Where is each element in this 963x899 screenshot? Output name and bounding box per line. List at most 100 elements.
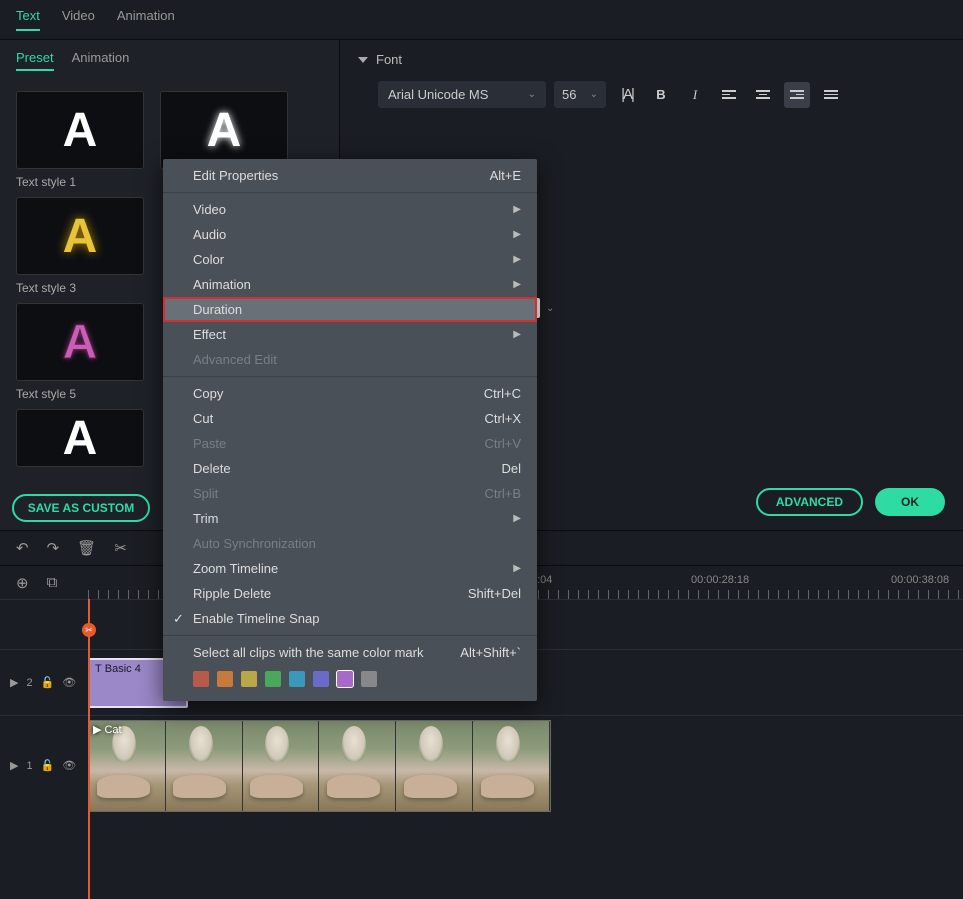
eye-icon[interactable]: 👁: [62, 676, 76, 689]
menu-audio[interactable]: Audio▶: [163, 222, 537, 247]
lock-icon[interactable]: 🔓: [41, 759, 55, 772]
color-mark[interactable]: [217, 671, 233, 687]
menu-enable-snap[interactable]: ✓ Enable Timeline Snap: [163, 606, 537, 631]
menu-split: SplitCtrl+B: [163, 481, 537, 506]
italic-button[interactable]: I: [682, 82, 708, 108]
split-button[interactable]: ✂: [114, 539, 127, 557]
menu-video[interactable]: Video▶: [163, 197, 537, 222]
sub-tab-animation[interactable]: Animation: [72, 50, 130, 71]
preset-item-5[interactable]: A Text style 5: [16, 303, 146, 401]
eye-icon[interactable]: 👁: [62, 759, 76, 772]
menu-shortcut: Ctrl+V: [485, 436, 521, 451]
color-mark[interactable]: [241, 671, 257, 687]
menu-label: Select all clips with the same color mar…: [193, 645, 423, 660]
color-mark[interactable]: [289, 671, 305, 687]
undo-button[interactable]: ↶: [16, 539, 29, 557]
bold-button[interactable]: B: [648, 82, 674, 108]
top-tabs: Text Video Animation: [0, 0, 963, 40]
playhead[interactable]: [88, 599, 90, 899]
color-mark[interactable]: [313, 671, 329, 687]
menu-label: Split: [193, 486, 218, 501]
submenu-arrow-icon: ▶: [513, 563, 521, 574]
font-size-value: 56: [562, 87, 576, 102]
align-left-button[interactable]: [716, 82, 742, 108]
align-center-button[interactable]: [750, 82, 776, 108]
delete-button[interactable]: 🗑: [77, 539, 96, 557]
character-spacing-button[interactable]: |A|: [614, 82, 640, 108]
menu-zoom-timeline[interactable]: Zoom Timeline ▶: [163, 556, 537, 581]
color-mark[interactable]: [337, 671, 353, 687]
track-header: ▶ 2 🔓 👁: [0, 676, 88, 689]
submenu-arrow-icon: ▶: [513, 279, 521, 290]
align-justify-button[interactable]: [818, 82, 844, 108]
align-right-button[interactable]: [784, 82, 810, 108]
menu-select-same-color[interactable]: Select all clips with the same color mar…: [163, 640, 537, 665]
font-title: Font: [376, 52, 402, 67]
menu-duration[interactable]: Duration: [163, 297, 537, 322]
menu-label: Zoom Timeline: [193, 561, 278, 576]
menu-cut[interactable]: CutCtrl+X: [163, 406, 537, 431]
color-mark[interactable]: [361, 671, 377, 687]
chevron-down-icon: ⌄: [528, 89, 536, 100]
submenu-arrow-icon: ▶: [513, 254, 521, 265]
menu-color[interactable]: Color ▶: [163, 247, 537, 272]
menu-shortcut: Del: [501, 461, 521, 476]
submenu-arrow-icon: ▶: [513, 329, 521, 340]
preset-label: Text style 1: [16, 175, 146, 189]
ruler-tick: 00:00:38:08: [891, 574, 949, 586]
menu-label: Video: [193, 202, 226, 217]
chevron-down-icon: [358, 57, 368, 63]
color-mark[interactable]: [193, 671, 209, 687]
track-header: ▶ 1 🔓 👁: [0, 759, 88, 772]
context-menu: Edit Properties Alt+E Video▶ Audio▶ Colo…: [163, 159, 537, 701]
menu-label: Color: [193, 252, 224, 267]
menu-shortcut: Alt+Shift+`: [460, 645, 521, 660]
preset-item-3[interactable]: A Text style 3: [16, 197, 146, 295]
tab-animation[interactable]: Animation: [117, 8, 175, 31]
menu-animation[interactable]: Animation▶: [163, 272, 537, 297]
preset-item-1[interactable]: A Text style 1: [16, 91, 146, 189]
video-clip[interactable]: ▶ Cat: [88, 720, 551, 812]
menu-edit-properties[interactable]: Edit Properties Alt+E: [163, 163, 537, 188]
link-button[interactable]: ⧉: [47, 574, 58, 591]
menu-effect[interactable]: Effect▶: [163, 322, 537, 347]
playhead-handle[interactable]: ✂: [82, 623, 96, 637]
lock-icon[interactable]: 🔓: [41, 676, 55, 689]
text-clip-label: Basic 4: [105, 663, 141, 675]
marker-add-button[interactable]: ⊕: [16, 574, 29, 592]
font-family-select[interactable]: Arial Unicode MS ⌄: [378, 81, 546, 108]
advanced-button[interactable]: ADVANCED: [756, 488, 863, 516]
preset-label: Text style 5: [16, 387, 146, 401]
menu-label: Delete: [193, 461, 231, 476]
font-size-select[interactable]: 56 ⌄: [554, 81, 606, 108]
tab-video[interactable]: Video: [62, 8, 95, 31]
ruler-tick: 00:00:28:18: [691, 574, 749, 586]
tab-text[interactable]: Text: [16, 8, 40, 31]
preset-thumb: A: [16, 197, 144, 275]
preset-item-7[interactable]: A: [16, 409, 146, 467]
menu-delete[interactable]: Delete Del: [163, 456, 537, 481]
menu-shortcut: Alt+E: [490, 168, 521, 183]
video-frame-thumb: [473, 721, 550, 811]
menu-label: Enable Timeline Snap: [193, 611, 319, 626]
redo-button[interactable]: ↷: [47, 539, 60, 557]
font-toolbar: Arial Unicode MS ⌄ 56 ⌄ |A| B I: [358, 81, 945, 108]
video-frame-thumb: [396, 721, 473, 811]
track-row-1: ▶ 1 🔓 👁 ▶ Cat: [0, 715, 963, 815]
preset-label: Text style 3: [16, 281, 146, 295]
ok-button[interactable]: OK: [875, 488, 945, 516]
video-frame-thumb: [243, 721, 320, 811]
font-section-header[interactable]: Font: [358, 52, 945, 67]
menu-shortcut: Ctrl+X: [485, 411, 521, 426]
color-mark[interactable]: [265, 671, 281, 687]
check-icon: ✓: [173, 611, 184, 627]
menu-trim[interactable]: Trim▶: [163, 506, 537, 531]
save-as-custom-button[interactable]: SAVE AS CUSTOM: [12, 494, 150, 522]
preset-thumb: A: [16, 409, 144, 467]
play-icon: ▶: [10, 676, 18, 689]
preset-thumb: A: [16, 91, 144, 169]
sub-tab-preset[interactable]: Preset: [16, 50, 54, 71]
menu-ripple-delete[interactable]: Ripple DeleteShift+Del: [163, 581, 537, 606]
menu-copy[interactable]: CopyCtrl+C: [163, 381, 537, 406]
sub-tabs: Preset Animation: [0, 40, 339, 81]
